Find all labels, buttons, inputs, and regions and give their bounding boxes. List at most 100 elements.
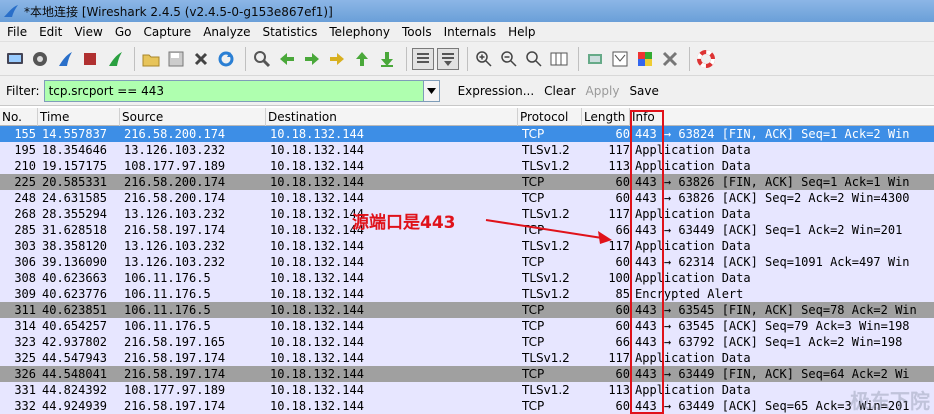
packet-cell-info: 443 → 63449 [FIN, ACK] Seq=64 Ack=2 Wi: [635, 367, 910, 381]
packet-cell-src: 106.11.176.5: [124, 319, 211, 333]
find-packet-icon[interactable]: [251, 48, 273, 70]
display-filter-input[interactable]: tcp.srcport == 443: [43, 79, 424, 102]
packet-cell-len: 113: [608, 159, 630, 173]
packet-cell-src: 216.58.200.174: [124, 127, 226, 141]
packet-cell-no: 210: [14, 159, 36, 173]
packet-row[interactable]: 332 44.924939 216.58.197.174 10.18.132.144 T…: [0, 398, 934, 414]
packet-cell-len: 60: [615, 127, 630, 141]
go-to-packet-icon[interactable]: [326, 48, 348, 70]
start-capture-icon[interactable]: [54, 48, 76, 70]
resize-columns-icon[interactable]: [548, 48, 570, 70]
menu-statistics[interactable]: Statistics: [255, 25, 322, 39]
packet-row[interactable]: 323 42.937802 216.58.197.165 10.18.132.144 T…: [0, 334, 934, 350]
go-last-icon[interactable]: [376, 48, 398, 70]
packet-row[interactable]: 306 39.136090 13.126.103.232 10.18.132.144 T…: [0, 254, 934, 270]
expression-button[interactable]: Expression...: [458, 84, 535, 98]
zoom-in-icon[interactable]: [473, 48, 495, 70]
packet-row[interactable]: 268 28.355294 13.126.103.232 10.18.132.144 T…: [0, 206, 934, 222]
packet-cell-len: 117: [608, 143, 630, 157]
packet-cell-info: 443 → 63449 [ACK] Seq=1 Ack=2 Win=201: [635, 223, 903, 237]
packet-row[interactable]: 210 19.157175 108.177.97.189 10.18.132.144 T…: [0, 158, 934, 174]
packet-cell-time: 39.136090: [42, 255, 108, 269]
packet-row[interactable]: 308 40.623663 106.11.176.5 10.18.132.144 TLS…: [0, 270, 934, 286]
packet-list: 155 14.557837 216.58.200.174 10.18.132.144 T…: [0, 126, 934, 414]
packet-row[interactable]: 309 40.623776 106.11.176.5 10.18.132.144 TLS…: [0, 286, 934, 302]
menu-go[interactable]: Go: [108, 25, 137, 39]
menu-tools[interactable]: Tools: [395, 25, 437, 39]
packet-cell-no: 325: [14, 351, 36, 365]
packet-row[interactable]: 326 44.548041 216.58.197.174 10.18.132.144 T…: [0, 366, 934, 382]
packet-cell-no: 309: [14, 287, 36, 301]
watermark: 极东下院: [850, 389, 930, 413]
toolbar-separator: [134, 46, 135, 71]
packet-row[interactable]: 155 14.557837 216.58.200.174 10.18.132.144 T…: [0, 126, 934, 142]
display-filters-icon[interactable]: [609, 48, 631, 70]
reload-icon[interactable]: [215, 48, 237, 70]
restart-capture-icon[interactable]: [104, 48, 126, 70]
normal-size-icon[interactable]: [523, 48, 545, 70]
zoom-out-icon[interactable]: [498, 48, 520, 70]
packet-row[interactable]: 225 20.585331 216.58.200.174 10.18.132.144 T…: [0, 174, 934, 190]
packet-cell-src: 13.126.103.232: [124, 143, 226, 157]
capture-filters-icon[interactable]: [584, 48, 606, 70]
display-filter-bar: Filter: tcp.srcport == 443 Expression...…: [0, 76, 934, 106]
packet-row[interactable]: 325 44.547943 216.58.197.174 10.18.132.144 T…: [0, 350, 934, 366]
packet-cell-time: 44.548041: [42, 367, 108, 381]
close-file-icon[interactable]: [190, 48, 212, 70]
packet-cell-no: 308: [14, 271, 36, 285]
apply-button[interactable]: Apply: [586, 84, 620, 98]
menu-telephony[interactable]: Telephony: [322, 25, 395, 39]
packet-row[interactable]: 314 40.654257 106.11.176.5 10.18.132.144 TCP…: [0, 318, 934, 334]
menu-internals[interactable]: Internals: [437, 25, 502, 39]
column-time[interactable]: Time: [38, 108, 120, 126]
column-protocol[interactable]: Protocol: [518, 108, 582, 126]
toolbar-separator: [689, 46, 690, 71]
packet-cell-len: 60: [615, 399, 630, 413]
packet-row[interactable]: 195 18.354646 13.126.103.232 10.18.132.144 T…: [0, 142, 934, 158]
column-destination[interactable]: Destination: [266, 108, 518, 126]
packet-cell-no: 195: [14, 143, 36, 157]
menu-bar: File Edit View Go Capture Analyze Statis…: [0, 22, 934, 42]
packet-row[interactable]: 303 38.358120 13.126.103.232 10.18.132.144 T…: [0, 238, 934, 254]
packet-cell-no: 311: [14, 303, 36, 317]
save-button[interactable]: Save: [629, 84, 658, 98]
interfaces-icon[interactable]: [4, 48, 26, 70]
options-icon[interactable]: [29, 48, 51, 70]
packet-cell-dst: 10.18.132.144: [270, 319, 364, 333]
open-file-icon[interactable]: [140, 48, 162, 70]
packet-cell-dst: 10.18.132.144: [270, 351, 364, 365]
preferences-icon[interactable]: [659, 48, 681, 70]
save-file-icon[interactable]: [165, 48, 187, 70]
coloring-rules-icon[interactable]: [634, 48, 656, 70]
packet-cell-info: 443 → 63545 [ACK] Seq=79 Ack=3 Win=198: [635, 319, 910, 333]
menu-file[interactable]: File: [0, 25, 32, 39]
packet-cell-time: 31.628518: [42, 223, 108, 237]
packet-row[interactable]: 311 40.623851 106.11.176.5 10.18.132.144 TCP…: [0, 302, 934, 318]
menu-analyze[interactable]: Analyze: [196, 25, 255, 39]
menu-edit[interactable]: Edit: [32, 25, 67, 39]
menu-capture[interactable]: Capture: [136, 25, 196, 39]
packet-cell-src: 216.58.200.174: [124, 175, 226, 189]
go-back-icon[interactable]: [276, 48, 298, 70]
menu-help[interactable]: Help: [501, 25, 540, 39]
go-forward-icon[interactable]: [301, 48, 323, 70]
stop-capture-icon[interactable]: [79, 48, 101, 70]
menu-view[interactable]: View: [67, 25, 107, 39]
packet-list-header: No. Time Source Destination Protocol Len…: [0, 108, 934, 126]
go-first-icon[interactable]: [351, 48, 373, 70]
packet-row[interactable]: 248 24.631585 216.58.200.174 10.18.132.144 T…: [0, 190, 934, 206]
packet-cell-time: 28.355294: [42, 207, 108, 221]
colorize-icon[interactable]: [412, 47, 434, 70]
clear-button[interactable]: Clear: [544, 84, 575, 98]
help-icon[interactable]: [695, 48, 717, 70]
column-info[interactable]: Info: [630, 108, 934, 126]
column-length[interactable]: Length: [582, 108, 630, 126]
packet-cell-info: 443 → 63826 [FIN, ACK] Seq=1 Ack=1 Win: [635, 175, 910, 189]
packet-row[interactable]: 331 44.824392 108.177.97.189 10.18.132.144 T…: [0, 382, 934, 398]
auto-scroll-icon[interactable]: [437, 47, 459, 70]
packet-row[interactable]: 285 31.628518 216.58.197.174 10.18.132.144 T…: [0, 222, 934, 238]
packet-cell-time: 19.157175: [42, 159, 108, 173]
column-source[interactable]: Source: [120, 108, 266, 126]
filter-dropdown-button[interactable]: [423, 79, 440, 102]
column-no[interactable]: No.: [0, 108, 38, 126]
